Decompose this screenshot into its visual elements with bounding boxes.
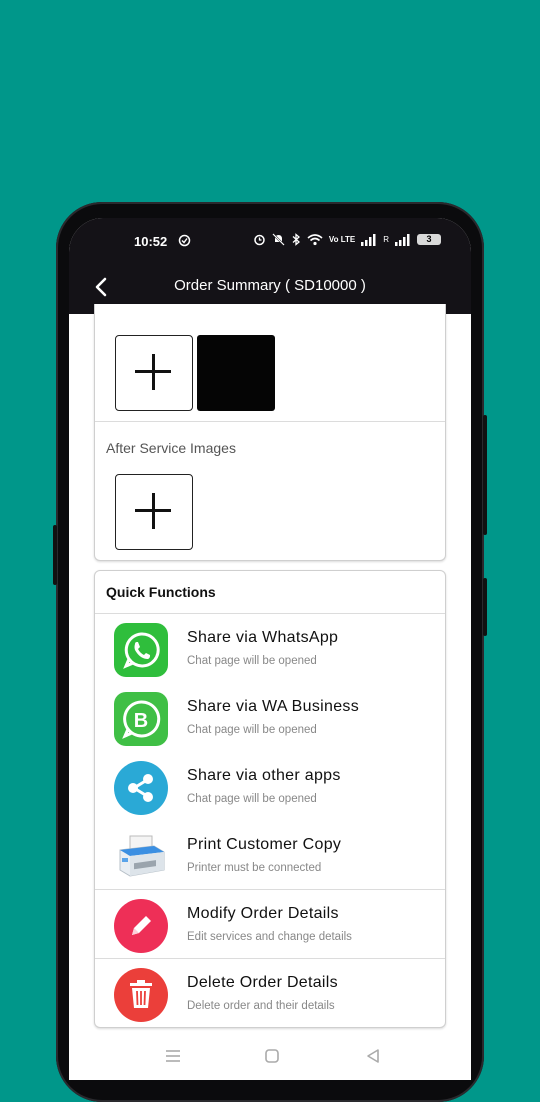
status-icons: Vo LTE R 3 [253, 233, 441, 246]
share-other-apps-item[interactable]: Share via other apps Chat page will be o… [95, 752, 445, 821]
mute-icon [272, 233, 285, 246]
item-subtitle: Chat page will be opened [187, 724, 317, 736]
item-subtitle: Edit services and change details [187, 931, 352, 943]
before-image-thumbnail[interactable] [197, 335, 275, 411]
alarm-icon [254, 234, 265, 246]
item-label: Share via other apps [187, 767, 341, 784]
after-service-images-label: After Service Images [106, 440, 236, 456]
plus-icon [135, 354, 171, 390]
screen: 10:52 Vo LTE R 3 Order Summary ( SD10000… [69, 218, 471, 1080]
page-title: Order Summary ( SD10000 ) [174, 277, 366, 294]
svg-text:B: B [134, 710, 148, 732]
item-label: Print Customer Copy [187, 836, 342, 853]
plus-icon [135, 493, 171, 529]
order-content: After Service Images Quick Functions Sha… [69, 304, 471, 1034]
print-customer-copy-item[interactable]: Print Customer Copy Printer must be conn… [95, 821, 445, 890]
status-bar: 10:52 Vo LTE R 3 [69, 218, 471, 264]
printer-icon [119, 835, 165, 877]
menu-icon[interactable] [161, 1044, 185, 1068]
quick-functions-card: Quick Functions Share via WhatsApp Chat … [94, 570, 446, 1028]
quick-functions-title: Quick Functions [106, 584, 216, 600]
item-subtitle: Chat page will be opened [187, 655, 317, 667]
share-wa-business-item[interactable]: B Share via WA Business Chat page will b… [95, 683, 445, 752]
item-label: Modify Order Details [187, 905, 339, 922]
images-card: After Service Images [94, 304, 446, 561]
system-nav-bar [69, 1034, 471, 1080]
trash-icon [114, 968, 168, 1022]
power-button [483, 578, 487, 636]
item-subtitle: Printer must be connected [187, 862, 322, 874]
bluetooth-icon [292, 233, 300, 246]
home-icon[interactable] [260, 1044, 284, 1068]
back-nav-icon[interactable] [361, 1044, 385, 1068]
side-button [483, 415, 487, 535]
add-after-image-button[interactable] [115, 474, 193, 550]
modify-order-item[interactable]: Modify Order Details Edit services and c… [95, 890, 445, 959]
status-time: 10:52 [134, 234, 168, 249]
item-label: Share via WA Business [187, 698, 360, 715]
delete-order-item[interactable]: Delete Order Details Delete order and th… [95, 959, 445, 1028]
roaming-label: R [383, 235, 389, 244]
section-divider [95, 421, 445, 422]
item-subtitle: Delete order and their details [187, 1000, 335, 1012]
wifi-icon [307, 234, 323, 246]
volume-button [53, 525, 57, 585]
signal2-icon [395, 233, 410, 246]
item-label: Share via WhatsApp [187, 629, 339, 646]
battery-indicator: 3 [417, 234, 441, 245]
signal-icon [361, 233, 376, 246]
share-icon [114, 761, 168, 815]
item-label: Delete Order Details [187, 974, 338, 991]
pencil-icon [114, 899, 168, 953]
whatsapp-icon [114, 623, 168, 677]
sync-icon [178, 234, 191, 247]
wa-business-icon: B [114, 692, 168, 746]
volte-label: Vo LTE [328, 234, 356, 244]
add-before-image-button[interactable] [115, 335, 193, 411]
item-subtitle: Chat page will be opened [187, 793, 317, 805]
share-whatsapp-item[interactable]: Share via WhatsApp Chat page will be ope… [95, 614, 445, 683]
